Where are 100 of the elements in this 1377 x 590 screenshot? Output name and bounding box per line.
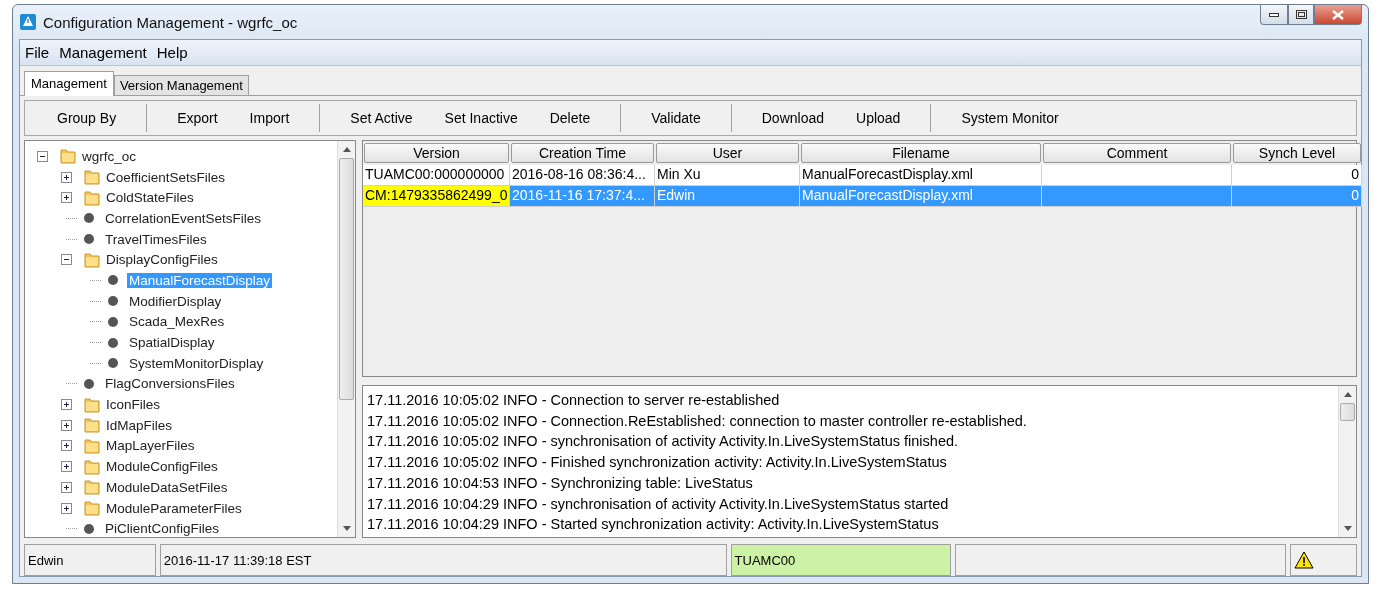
folder-icon	[83, 499, 101, 518]
status-field: TUAMC00	[730, 544, 952, 576]
bullet-icon	[108, 316, 118, 327]
toolbar-button[interactable]: Import	[233, 104, 306, 132]
log-line: 17.11.2016 10:04:29 INFO - Started synchronization activity: Activity.In.LiveSystemStatus	[367, 515, 940, 535]
table-cell: TUAMC00:000000000	[363, 165, 510, 186]
table-cell: Min Xu	[655, 165, 800, 186]
column-header[interactable]: User	[656, 143, 799, 163]
log-line: 17.11.2016 10:05:02 INFO - Finished synchronization activity: Activity.In.LiveSystemStatus	[367, 453, 948, 473]
bullet-icon	[108, 296, 118, 307]
menu-item[interactable]: Management	[58, 43, 148, 62]
tree-item[interactable]: ModuleConfigFiles	[104, 459, 220, 475]
expand-toggle[interactable]	[61, 192, 72, 204]
toolbar-button[interactable]: Download	[745, 104, 840, 132]
expand-toggle[interactable]	[61, 461, 72, 473]
table-cell: 2016-11-16 17:37:4...	[510, 186, 655, 207]
toolbar-button[interactable]: Upload	[840, 104, 917, 132]
table-cell: 2016-08-16 08:36:4...	[510, 165, 655, 186]
scrollbar[interactable]	[1338, 386, 1356, 537]
scroll-down-icon[interactable]	[1343, 526, 1352, 531]
bullet-icon	[108, 337, 118, 348]
tree-item[interactable]: CorrelationEventSetsFiles	[103, 210, 264, 226]
folder-icon	[83, 250, 101, 269]
table-cell: ManualForecastDisplay.xml	[800, 186, 1042, 207]
tree-item[interactable]: ColdStateFiles	[104, 190, 196, 206]
scrollbar[interactable]	[337, 141, 355, 537]
status-field: 2016-11-17 11:39:18 EST	[159, 544, 727, 576]
collapse-toggle[interactable]	[37, 150, 48, 162]
maximize-icon	[1295, 10, 1307, 19]
bullet-icon	[108, 275, 118, 286]
toolbar-button[interactable]: Validate	[635, 104, 717, 132]
close-icon	[1332, 9, 1344, 20]
scroll-up-icon[interactable]	[1343, 392, 1352, 397]
maximize-button[interactable]	[1288, 5, 1314, 25]
table-cell: 0	[1232, 186, 1362, 207]
tree-item[interactable]: TravelTimesFiles	[103, 231, 209, 247]
column-header[interactable]: Comment	[1043, 143, 1231, 163]
expand-toggle[interactable]	[61, 481, 72, 493]
tree-item[interactable]: SpatialDisplay	[127, 335, 217, 351]
bullet-icon	[84, 523, 94, 534]
tree-item[interactable]: ModifierDisplay	[127, 293, 224, 309]
log-line: 17.11.2016 10:04:29 INFO - synchronisation of activity Activity.In.LiveSystemStatus started	[367, 494, 950, 514]
tree-item[interactable]: FlagConversionsFiles	[103, 376, 237, 392]
expand-toggle[interactable]	[61, 399, 72, 411]
tree-item[interactable]: IdMapFiles	[104, 417, 175, 433]
tab[interactable]: Management	[24, 71, 114, 96]
toolbar-button[interactable]: Group By	[41, 104, 133, 132]
column-header[interactable]: Version	[364, 143, 509, 163]
expand-toggle[interactable]	[61, 502, 72, 514]
toolbar-button[interactable]: Delete	[533, 104, 607, 132]
folder-icon	[83, 395, 101, 414]
expand-toggle[interactable]	[61, 171, 72, 183]
toolbar-button[interactable]: Set Inactive	[428, 104, 534, 132]
column-header[interactable]: Filename	[801, 143, 1041, 163]
folder-icon	[83, 478, 101, 497]
tree-item[interactable]: PiClientConfigFiles	[103, 521, 222, 537]
bullet-icon	[84, 234, 94, 245]
minimize-icon	[1269, 12, 1279, 17]
bullet-icon	[84, 378, 94, 389]
bullet-icon	[84, 213, 94, 224]
log-line: 17.11.2016 10:05:02 INFO - Connection to server re-established	[367, 391, 781, 410]
tree-item[interactable]: CoefficientSetsFiles	[104, 169, 228, 185]
window-title: Configuration Management - wgrfc_oc	[43, 13, 298, 31]
menu-item[interactable]: Help	[155, 43, 189, 62]
table-cell: ManualForecastDisplay.xml	[800, 165, 1042, 186]
menu-item[interactable]: File	[24, 43, 51, 62]
minimize-button[interactable]	[1260, 5, 1288, 25]
folder-icon	[59, 147, 77, 166]
scroll-up-icon[interactable]	[342, 147, 351, 152]
tree-item[interactable]: SystemMonitorDisplay	[127, 355, 266, 371]
expand-toggle[interactable]	[61, 440, 72, 452]
toolbar-button[interactable]: System Monitor	[945, 104, 1075, 132]
log-line: 17.11.2016 10:05:02 INFO - Connection.ReEstablished: connection to master controller re-established.	[367, 411, 1028, 431]
log-line: 17.11.2016 10:04:53 INFO - Synchronizing table: LiveStatus	[367, 473, 754, 493]
tree-item[interactable]: ModuleParameterFiles	[104, 500, 244, 516]
tab[interactable]: Version Management	[113, 75, 249, 95]
folder-icon	[83, 188, 101, 207]
scroll-thumb[interactable]	[1340, 403, 1355, 422]
bullet-icon	[108, 358, 118, 369]
column-header[interactable]: Creation Time	[511, 143, 654, 163]
table-cell: 0	[1232, 165, 1362, 186]
toolbar-button[interactable]: Set Active	[334, 104, 429, 132]
tree-item[interactable]: wgrfc_oc	[80, 148, 139, 164]
folder-icon	[83, 416, 101, 435]
close-button[interactable]	[1314, 5, 1362, 25]
log-line: 17.11.2016 10:05:02 INFO - synchronisation of activity Activity.In.LiveSystemStatus finished.	[367, 432, 960, 452]
table-cell: CM:1479335862499_0	[363, 186, 510, 207]
tree-item[interactable]: DisplayConfigFiles	[104, 252, 220, 268]
expand-toggle[interactable]	[61, 419, 72, 431]
scroll-down-icon[interactable]	[342, 526, 351, 531]
tree-item[interactable]: MapLayerFiles	[104, 438, 197, 454]
app-icon	[19, 13, 37, 31]
toolbar-button[interactable]: Export	[161, 104, 234, 132]
tree-item[interactable]: Scada_MexRes	[127, 314, 227, 330]
collapse-toggle[interactable]	[61, 254, 72, 266]
scroll-thumb[interactable]	[339, 158, 354, 400]
column-header[interactable]: Synch Level	[1233, 143, 1361, 163]
folder-icon	[83, 436, 101, 455]
tree-item[interactable]: ModuleDataSetFiles	[104, 479, 230, 495]
tree-item[interactable]: IconFiles	[104, 397, 163, 413]
